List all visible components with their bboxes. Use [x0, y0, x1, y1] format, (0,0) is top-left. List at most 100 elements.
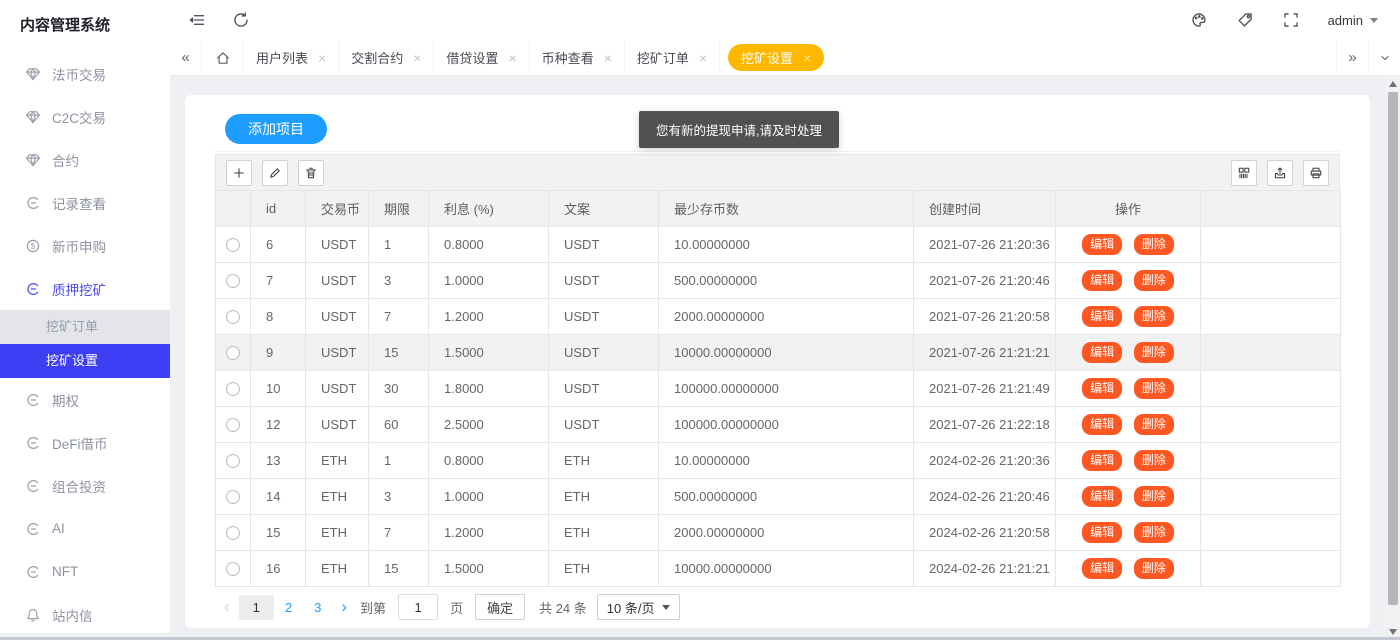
- scroll-up-icon[interactable]: [1389, 81, 1397, 87]
- export-icon[interactable]: [1267, 160, 1293, 186]
- sidebar-item[interactable]: 组合投资: [0, 464, 170, 507]
- row-radio[interactable]: [226, 310, 240, 324]
- row-radio[interactable]: [226, 418, 240, 432]
- edit-button[interactable]: 编辑: [1082, 234, 1122, 254]
- row-radio[interactable]: [226, 454, 240, 468]
- page-number-2[interactable]: 2: [274, 595, 303, 620]
- main-content: 添加项目 您有新的提现申请,请及时处理 id: [170, 76, 1400, 640]
- delete-button[interactable]: 删除: [1134, 450, 1174, 470]
- tag-icon[interactable]: [1236, 11, 1254, 29]
- edit-icon[interactable]: [262, 160, 288, 186]
- tab[interactable]: 币种查看 ×: [530, 40, 625, 76]
- tab-close-icon[interactable]: ×: [413, 51, 421, 65]
- edit-button[interactable]: 编辑: [1082, 522, 1122, 542]
- row-radio[interactable]: [226, 490, 240, 504]
- table-row: 6 USDT 1 0.8000 USDT 10.00000000 2021-07…: [216, 227, 1341, 263]
- tab-label: 借贷设置: [446, 48, 498, 67]
- delete-button[interactable]: 删除: [1134, 270, 1174, 290]
- scrollbar-thumb[interactable]: [1388, 92, 1398, 605]
- delete-button[interactable]: 删除: [1134, 234, 1174, 254]
- sidebar-item[interactable]: DeFi借币: [0, 421, 170, 464]
- next-page-button[interactable]: ›: [332, 597, 356, 617]
- sidebar-item[interactable]: 合约: [0, 138, 170, 181]
- row-radio[interactable]: [226, 562, 240, 576]
- page-number-3[interactable]: 3: [303, 595, 332, 620]
- prev-page-button[interactable]: ‹: [215, 597, 239, 617]
- cell-copy: ETH: [549, 443, 659, 479]
- sidebar-item[interactable]: 记录查看: [0, 181, 170, 224]
- edit-button[interactable]: 编辑: [1082, 414, 1122, 434]
- tabs-scroll-right-button[interactable]: »: [1336, 40, 1368, 76]
- col-header-interest: 利息 (%): [429, 191, 549, 227]
- scroll-down-icon[interactable]: [1389, 629, 1397, 635]
- sidebar-item[interactable]: 法币交易: [0, 52, 170, 95]
- cell-term: 3: [369, 263, 429, 299]
- tabs-scroll-left-button[interactable]: «: [170, 40, 202, 76]
- delete-button[interactable]: 删除: [1134, 486, 1174, 506]
- collapse-menu-icon[interactable]: [188, 11, 206, 29]
- tab-close-icon[interactable]: ×: [318, 51, 326, 65]
- page-number-1[interactable]: 1: [239, 595, 274, 620]
- edit-button[interactable]: 编辑: [1082, 378, 1122, 398]
- page-size-select[interactable]: 10 条/页: [597, 594, 681, 620]
- sidebar-item[interactable]: 质押挖矿: [0, 267, 170, 310]
- tab-close-icon[interactable]: ×: [699, 51, 707, 65]
- delete-button[interactable]: 删除: [1134, 414, 1174, 434]
- sidebar-subitem-active[interactable]: 挖矿设置: [0, 344, 170, 378]
- print-icon[interactable]: [1303, 160, 1329, 186]
- delete-button[interactable]: 删除: [1134, 522, 1174, 542]
- row-radio[interactable]: [226, 346, 240, 360]
- col-header-min-deposit: 最少存币数: [659, 191, 914, 227]
- refresh-icon[interactable]: [232, 11, 250, 29]
- tab-close-icon[interactable]: ×: [803, 51, 811, 65]
- sidebar-item[interactable]: $ 新币申购: [0, 224, 170, 267]
- tab[interactable]: 借贷设置 ×: [434, 40, 529, 76]
- cell-interest: 2.5000: [429, 407, 549, 443]
- sidebar-item[interactable]: NFT: [0, 550, 170, 593]
- goto-confirm-button[interactable]: 确定: [475, 594, 525, 620]
- user-menu[interactable]: admin: [1328, 13, 1378, 28]
- tab[interactable]: 挖矿订单 ×: [625, 40, 720, 76]
- row-radio[interactable]: [226, 526, 240, 540]
- goto-page-input[interactable]: 1: [398, 594, 438, 620]
- edit-button[interactable]: 编辑: [1082, 450, 1122, 470]
- cell-id: 14: [251, 479, 306, 515]
- theme-palette-icon[interactable]: [1190, 11, 1208, 29]
- tab-close-icon[interactable]: ×: [604, 51, 612, 65]
- tabs-menu-button[interactable]: [1368, 40, 1400, 76]
- fullscreen-icon[interactable]: [1282, 11, 1300, 29]
- add-icon[interactable]: [226, 160, 252, 186]
- tab[interactable]: 交割合约 ×: [339, 40, 434, 76]
- tab[interactable]: 用户列表 ×: [244, 40, 339, 76]
- delete-button[interactable]: 删除: [1134, 558, 1174, 578]
- row-radio[interactable]: [226, 238, 240, 252]
- vertical-scrollbar[interactable]: [1386, 76, 1400, 640]
- col-header-actions: 操作: [1056, 191, 1201, 227]
- edit-button[interactable]: 编辑: [1082, 558, 1122, 578]
- edit-button[interactable]: 编辑: [1082, 306, 1122, 326]
- delete-button[interactable]: 删除: [1134, 378, 1174, 398]
- table-row: 7 USDT 3 1.0000 USDT 500.00000000 2021-0…: [216, 263, 1341, 299]
- bell-icon: [25, 607, 41, 623]
- data-table: id 交易币 期限 利息 (%) 文案 最少存币数 创建时间 操作 6 USDT…: [215, 190, 1341, 587]
- edit-button[interactable]: 编辑: [1082, 270, 1122, 290]
- sidebar-item[interactable]: AI: [0, 507, 170, 550]
- edit-button[interactable]: 编辑: [1082, 342, 1122, 362]
- table-body: 6 USDT 1 0.8000 USDT 10.00000000 2021-07…: [216, 227, 1341, 587]
- sidebar-item[interactable]: 期权: [0, 378, 170, 421]
- sidebar-item[interactable]: 站内信: [0, 593, 170, 636]
- tab-close-icon[interactable]: ×: [508, 51, 516, 65]
- delete-icon[interactable]: [298, 160, 324, 186]
- delete-button[interactable]: 删除: [1134, 342, 1174, 362]
- sidebar-item[interactable]: C2C交易: [0, 95, 170, 138]
- sidebar-subitem-default[interactable]: 挖矿订单: [0, 310, 170, 344]
- delete-button[interactable]: 删除: [1134, 306, 1174, 326]
- edit-button[interactable]: 编辑: [1082, 486, 1122, 506]
- columns-icon[interactable]: [1231, 160, 1257, 186]
- row-radio[interactable]: [226, 274, 240, 288]
- row-radio[interactable]: [226, 382, 240, 396]
- sidebar-menu: 法币交易 C2C交易 合约 记录查看 $ 新币申购 质押挖矿 挖矿订单挖矿设置 …: [0, 52, 170, 636]
- tab[interactable]: 挖矿设置 ×: [728, 44, 824, 71]
- home-tab[interactable]: [202, 40, 244, 76]
- add-project-button[interactable]: 添加项目: [225, 114, 327, 144]
